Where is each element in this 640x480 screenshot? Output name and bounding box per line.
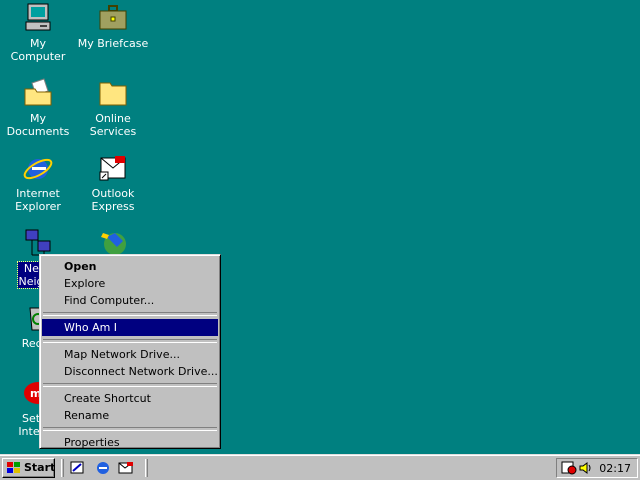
- briefcase-icon: [97, 2, 129, 34]
- context-menu: Open Explore Find Computer... Who Am I M…: [39, 254, 221, 449]
- desktop-icon-my-briefcase[interactable]: My Briefcase: [75, 2, 151, 50]
- system-tray: 02:17: [556, 458, 638, 478]
- desktop-icon-label: Online Services: [89, 112, 137, 138]
- desktop-icon-label: My Documents: [6, 112, 70, 138]
- start-button[interactable]: Start: [2, 458, 55, 478]
- desktop-icon-label: My Briefcase: [77, 37, 149, 50]
- menu-item-disconnect-network-drive[interactable]: Disconnect Network Drive...: [42, 363, 218, 380]
- windows-logo-icon: [7, 462, 21, 474]
- menu-separator: [43, 312, 217, 316]
- menu-item-rename[interactable]: Rename: [42, 407, 218, 424]
- quicklaunch-outlook-express-icon[interactable]: [117, 460, 135, 476]
- folder-documents-icon: [22, 77, 54, 109]
- desktop-icon-label: Internet Explorer: [15, 187, 61, 213]
- menu-item-who-am-i[interactable]: Who Am I: [42, 319, 218, 336]
- desktop-icon-internet-explorer[interactable]: Internet Explorer: [0, 152, 76, 213]
- menu-item-explore[interactable]: Explore: [42, 275, 218, 292]
- quicklaunch-show-desktop-icon[interactable]: [69, 460, 87, 476]
- volume-icon[interactable]: [578, 461, 594, 475]
- toolbar-grip[interactable]: [145, 459, 148, 477]
- taskbar-clock[interactable]: 02:17: [599, 462, 631, 475]
- menu-item-properties[interactable]: Properties: [42, 434, 218, 451]
- menu-item-map-network-drive[interactable]: Map Network Drive...: [42, 346, 218, 363]
- menu-item-create-shortcut[interactable]: Create Shortcut: [42, 390, 218, 407]
- menu-item-find-computer[interactable]: Find Computer...: [42, 292, 218, 309]
- menu-item-open[interactable]: Open: [42, 258, 218, 275]
- desktop-icon-label: Outlook Express: [91, 187, 135, 213]
- start-label: Start: [24, 461, 56, 474]
- desktop: My Computer My Briefcase My Documents On…: [0, 0, 640, 454]
- desktop-icon-online-services[interactable]: Online Services: [75, 77, 151, 138]
- my-computer-icon: [22, 2, 54, 34]
- quicklaunch-internet-explorer-icon[interactable]: [94, 460, 112, 476]
- internet-explorer-icon: [22, 152, 54, 184]
- outlook-express-icon: [97, 152, 129, 184]
- toolbar-grip[interactable]: [61, 459, 64, 477]
- folder-icon: [97, 77, 129, 109]
- scheduler-tray-icon[interactable]: [561, 461, 577, 475]
- menu-separator: [43, 339, 217, 343]
- desktop-icon-outlook-express[interactable]: Outlook Express: [75, 152, 151, 213]
- taskbar: Start 02:17: [0, 454, 640, 480]
- menu-separator: [43, 427, 217, 431]
- desktop-icon-my-computer[interactable]: My Computer: [0, 2, 76, 63]
- desktop-icon-label: My Computer: [10, 37, 66, 63]
- desktop-icon-my-documents[interactable]: My Documents: [0, 77, 76, 138]
- menu-separator: [43, 383, 217, 387]
